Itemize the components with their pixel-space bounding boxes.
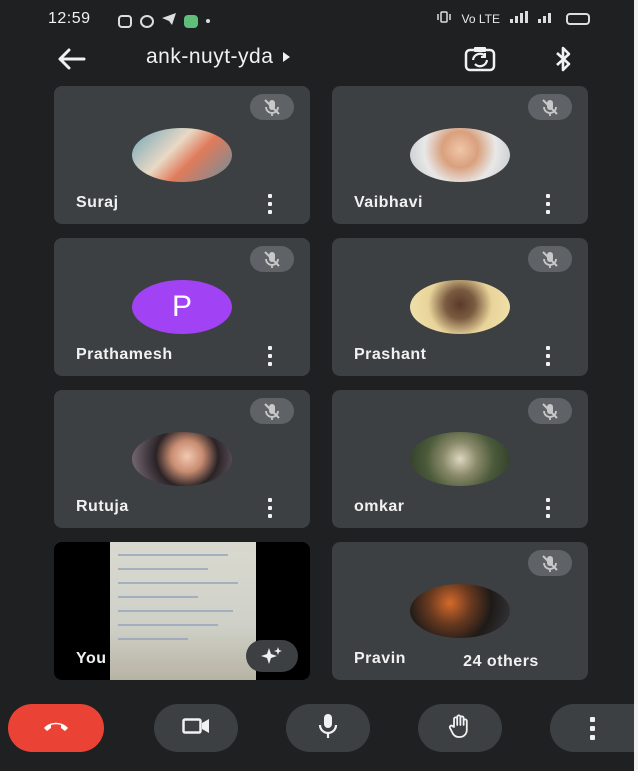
microphone-button[interactable]	[286, 704, 370, 752]
camera-button[interactable]	[154, 704, 238, 752]
arrow-left-icon[interactable]	[54, 44, 88, 74]
call-controls	[0, 694, 634, 771]
camera-switch-icon[interactable]	[462, 44, 498, 74]
mic-off-icon	[528, 550, 572, 576]
more-vert-icon[interactable]	[544, 498, 552, 518]
participant-name: Prashant	[354, 346, 427, 363]
mic-off-icon	[250, 94, 294, 120]
avatar	[132, 432, 232, 486]
status-time: 12:59	[48, 10, 91, 27]
status-bar: 12:59 Vo LTE	[0, 0, 634, 40]
app-notification-icon	[118, 14, 132, 28]
signal-icon	[510, 11, 528, 26]
avatar: P	[132, 280, 232, 334]
participant-name: Suraj	[76, 194, 119, 211]
self-camera-feed	[110, 542, 256, 680]
others-chip[interactable]: 24 others	[428, 646, 574, 678]
hand-icon	[448, 713, 472, 744]
messages-icon	[184, 14, 198, 28]
more-vert-icon[interactable]	[266, 498, 274, 518]
battery-icon	[566, 12, 590, 25]
caret-right-icon	[283, 52, 291, 62]
more-vert-icon	[589, 716, 595, 740]
screen: 12:59 Vo LTE ank-nuyt-yda Suraj Vaibhavi…	[0, 0, 638, 771]
mic-off-icon	[528, 246, 572, 272]
participant-tile[interactable]: omkar	[332, 390, 588, 528]
participant-name: Prathamesh	[76, 346, 173, 363]
more-options-button[interactable]	[550, 704, 634, 752]
mic-off-icon	[250, 398, 294, 424]
more-vert-icon[interactable]	[266, 346, 274, 366]
status-left-icons	[118, 12, 210, 30]
phone-hangup-icon	[42, 719, 70, 738]
more-vert-icon[interactable]	[544, 346, 552, 366]
avatar	[410, 280, 510, 334]
meeting-header: ank-nuyt-yda	[0, 40, 634, 78]
whatsapp-icon	[140, 14, 154, 28]
end-call-button[interactable]	[8, 704, 104, 752]
meeting-code: ank-nuyt-yda	[146, 45, 274, 68]
more-vert-icon[interactable]	[266, 194, 274, 214]
avatar	[410, 432, 510, 486]
more-vert-icon[interactable]	[544, 194, 552, 214]
video-camera-icon	[182, 717, 210, 740]
participant-name: omkar	[354, 498, 405, 515]
participant-tile[interactable]: Vaibhavi	[332, 86, 588, 224]
avatar	[410, 128, 510, 182]
telegram-icon	[162, 12, 176, 30]
volte-label: Vo LTE	[461, 11, 500, 26]
participant-tile[interactable]: Rutuja	[54, 390, 310, 528]
signal-2-icon	[538, 11, 556, 26]
participant-name: Vaibhavi	[354, 194, 423, 211]
status-right-icons: Vo LTE	[436, 11, 590, 26]
participant-name: Rutuja	[76, 498, 129, 515]
self-view-tile[interactable]: You	[54, 542, 310, 680]
participant-tile[interactable]: P Prathamesh	[54, 238, 310, 376]
avatar	[410, 584, 510, 638]
raise-hand-button[interactable]	[418, 704, 502, 752]
mic-icon	[318, 713, 338, 744]
meeting-title-button[interactable]: ank-nuyt-yda	[146, 45, 291, 69]
mic-off-icon	[528, 94, 572, 120]
bluetooth-icon[interactable]	[548, 44, 578, 74]
vibrate-icon	[436, 11, 452, 26]
participant-name: Pravin	[354, 650, 406, 667]
avatar	[132, 128, 232, 182]
mic-off-icon	[250, 246, 294, 272]
mic-off-icon	[528, 398, 572, 424]
participant-tile[interactable]: Suraj	[54, 86, 310, 224]
participant-name: You	[76, 650, 107, 667]
notification-dot-icon	[206, 19, 210, 23]
participant-tile[interactable]: Prashant	[332, 238, 588, 376]
sparkle-icon[interactable]	[246, 640, 298, 672]
